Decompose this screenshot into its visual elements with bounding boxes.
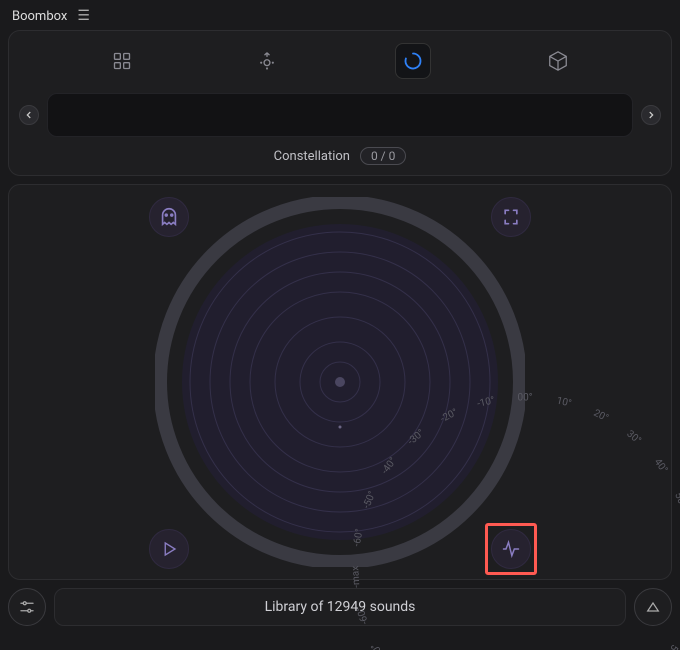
library-bar[interactable]: Library of 12949 sounds [54,588,626,626]
footer: Library of 12949 sounds [0,580,680,626]
radar-panel: 00°10°20°30°40°50°60°max60°50°40°30°20°1… [8,184,672,580]
constellation-label: Constellation [274,149,350,164]
cube-icon [547,50,569,72]
radar-tick: -max [350,566,362,589]
view-tabs [9,31,671,87]
triangle-up-icon [645,599,661,615]
radar-chart[interactable]: 00°10°20°30°40°50°60°max60°50°40°30°20°1… [155,197,525,567]
radar-tick: 30° [624,429,643,447]
constellation-counter: 0 / 0 [360,147,406,165]
radar-tick: 50° [663,642,680,650]
app-title: Boombox [12,9,67,24]
radar-dial-icon [155,197,525,567]
radar-tick: -50° [369,641,387,650]
expand-button[interactable] [634,588,672,626]
grid-icon [112,51,132,71]
library-label: Library of 12949 sounds [265,599,416,615]
settings-button[interactable] [8,588,46,626]
tab-spinner[interactable] [395,43,431,79]
tab-cube[interactable] [540,43,576,79]
carousel [9,87,671,147]
tab-grid[interactable] [104,43,140,79]
carousel-next-button[interactable] [641,105,661,125]
radar-tick: 40° [652,457,670,476]
tab-aim[interactable] [249,43,285,79]
chevron-right-icon [646,110,656,120]
radar-tick: 10° [555,395,572,409]
radar-tick: 50° [672,491,680,509]
aim-icon [257,51,277,71]
chevron-left-icon [24,110,34,120]
app-header: Boombox ☰ [0,0,680,30]
menu-icon[interactable]: ☰ [77,8,90,24]
sliders-icon [18,598,36,616]
spinner-icon [403,51,423,71]
top-panel: Constellation 0 / 0 [8,30,672,176]
radar-tick: 20° [592,408,610,425]
carousel-prev-button[interactable] [19,105,39,125]
constellation-status: Constellation 0 / 0 [9,147,671,175]
radar-tick: 00° [518,393,533,404]
carousel-track[interactable] [47,93,633,137]
